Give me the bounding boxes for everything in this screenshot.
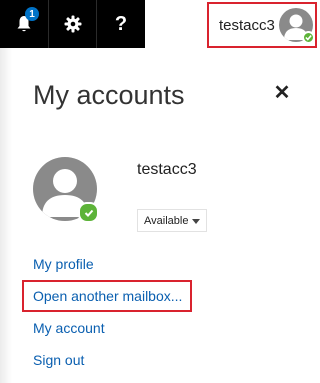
status-dropdown[interactable]: Available bbox=[137, 209, 208, 232]
profile-name: testacc3 bbox=[137, 161, 197, 178]
gear-icon bbox=[64, 15, 82, 33]
panel-shadow bbox=[0, 48, 12, 383]
panel-title: My accounts bbox=[33, 80, 185, 110]
presence-available-icon bbox=[78, 202, 99, 223]
username-label: testacc3 bbox=[219, 17, 275, 34]
top-bar: 1 ? testacc3 bbox=[0, 0, 320, 48]
account-menu-button[interactable]: testacc3 bbox=[207, 2, 317, 48]
help-button[interactable]: ? bbox=[97, 0, 145, 48]
help-icon: ? bbox=[114, 12, 128, 35]
my-account-link[interactable]: My account bbox=[33, 320, 105, 336]
my-profile-link[interactable]: My profile bbox=[33, 256, 94, 272]
status-label: Available bbox=[144, 214, 189, 227]
presence-available-icon bbox=[302, 31, 315, 44]
notifications-button[interactable]: 1 bbox=[0, 0, 48, 48]
chevron-down-icon bbox=[192, 219, 201, 224]
open-another-mailbox-link[interactable]: Open another mailbox... bbox=[33, 288, 182, 304]
sign-out-link[interactable]: Sign out bbox=[33, 352, 84, 368]
settings-button[interactable] bbox=[49, 0, 97, 48]
close-icon[interactable]: ✕ bbox=[272, 83, 292, 103]
notification-count-badge: 1 bbox=[25, 7, 39, 21]
